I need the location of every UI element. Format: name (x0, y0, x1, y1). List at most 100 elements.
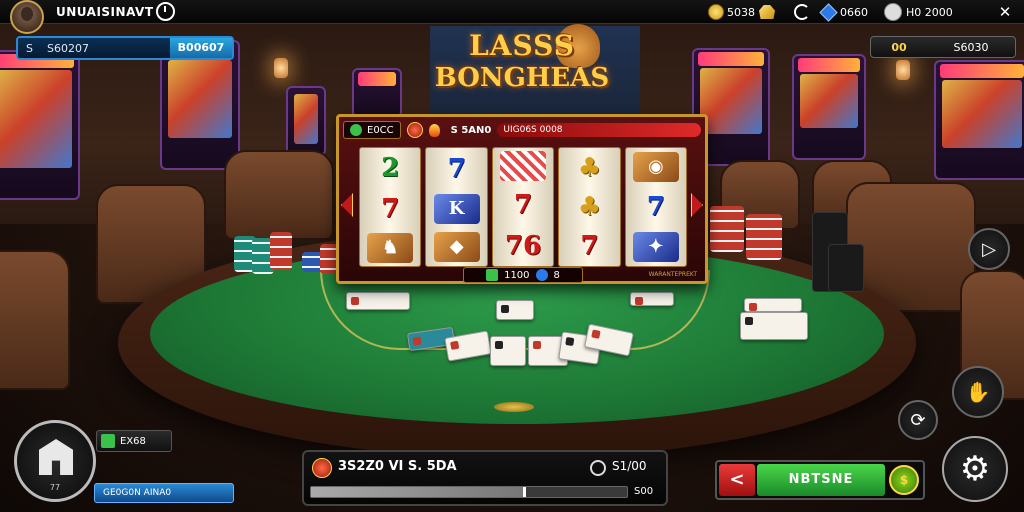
slot-machine-panel: E0CC S 5AN0 UIG06S 0008 2 7 ♞ 7 K ◆ 7 76 ♣ ♣ 7 ◉ 7 ✦ … (336, 114, 708, 284)
background-slot-machine (286, 86, 326, 156)
status-value: H0 2000 (906, 5, 953, 19)
chair (224, 150, 334, 240)
reel-symbol: 7 (646, 192, 665, 222)
wall-lamp (274, 58, 288, 78)
progress-label-bar[interactable]: GE0G0N AINA0 (94, 483, 234, 503)
top-bar: UNUAISINAVT 5038 0660 H0 2000 ✕ (0, 0, 1024, 34)
reel-symbol: ◆ (433, 232, 480, 262)
bet-amount: S1/00 (612, 459, 647, 473)
coin-icon (708, 4, 724, 20)
reel-symbol: ✦ (632, 232, 679, 262)
reel-right-arrow[interactable] (691, 193, 703, 217)
bet-text: 3S2Z0 VI S. 5DA (338, 459, 457, 474)
balance-pill-right[interactable]: 00 S6030 (870, 36, 1016, 58)
play-button[interactable]: ▷ (968, 228, 1010, 270)
home-icon (39, 439, 73, 475)
settings-button[interactable]: ⚙ (942, 436, 1008, 502)
token-icon[interactable] (406, 122, 423, 138)
card-shoe-device (828, 244, 864, 292)
table-ornament (494, 402, 534, 412)
face-icon (884, 3, 902, 21)
slot-tag: WARANTEPREKT (648, 271, 697, 278)
back-button[interactable]: < (719, 464, 755, 496)
status-counter[interactable]: H0 2000 (884, 3, 953, 21)
slot-footer-value-1: 1100 (504, 269, 530, 281)
reel-symbol: 7 (381, 193, 400, 224)
slot-reel: ◉ 7 ✦ (624, 147, 688, 267)
gems-counter[interactable]: 0660 (819, 2, 868, 22)
slot-header-box-text: E0CC (367, 124, 394, 136)
hands-icon: ✋ (965, 380, 991, 404)
reel-symbol: ♞ (367, 232, 414, 263)
clock-icon[interactable] (156, 2, 175, 21)
slot-header-bar: UIG06S 0008 (497, 123, 701, 137)
logo-line-1: LASSS (469, 29, 575, 62)
slot-reel: 7 76 (491, 147, 555, 267)
slot-footer-value-2: 8 (553, 269, 560, 281)
grid-icon (486, 269, 499, 281)
home-button[interactable]: 77 (14, 420, 96, 502)
reel-symbol: 76 (504, 230, 542, 261)
player-name: UNUAISINAVT (56, 5, 154, 19)
fire-icon (428, 123, 440, 137)
action-bar: < NBTSNE $ (715, 460, 925, 500)
playing-card (490, 336, 526, 366)
bet-slider[interactable] (310, 486, 628, 498)
slot-footer: 1100 8 (463, 267, 583, 283)
slot-reel: 2 7 ♞ (359, 147, 422, 267)
background-slot-machine (934, 60, 1024, 180)
slot-header-box: E0CC (343, 121, 401, 139)
close-button[interactable]: ✕ (994, 1, 1016, 23)
reel-symbol: K (433, 194, 480, 224)
slot-reel: 7 K ◆ (425, 147, 488, 267)
background-slot-machine (352, 68, 402, 118)
refresh-button[interactable]: ⟳ (898, 400, 938, 440)
bet-coin-icon (590, 460, 606, 476)
coins-value: 5038 (727, 5, 755, 19)
slot-header: E0CC S 5AN0 UIG06S 0008 (343, 120, 701, 140)
background-slot-machine (792, 54, 866, 160)
reel-symbol: 7 (580, 231, 599, 262)
gem-small-icon (535, 269, 548, 281)
play-icon: ▷ (982, 238, 996, 260)
chip-stack (746, 214, 782, 260)
reel-symbol: 2 (381, 153, 400, 184)
reel-symbol: ♣ (577, 191, 602, 222)
reel-symbol: 7 (513, 189, 533, 220)
balance-right-badge: 00 (891, 40, 907, 54)
reel-symbol: ♣ (577, 152, 602, 183)
chip-stack (710, 206, 744, 252)
balance-left-badge: B00607 (170, 38, 232, 58)
player-avatar[interactable] (10, 0, 44, 34)
chip-stack (270, 232, 292, 270)
gem-icon (819, 2, 838, 22)
slot-header-value: S 5AN0 (450, 124, 492, 136)
bet-max-label: S00 (634, 486, 654, 497)
balance-left-label: S (26, 41, 33, 55)
exp-badge[interactable]: EX68 (96, 430, 172, 452)
bet-slider-fill (311, 487, 526, 497)
coins-counter[interactable]: 5038 (708, 3, 775, 21)
spin-icon (794, 4, 810, 20)
reel-symbol (500, 151, 547, 182)
coin-button[interactable]: $ (889, 465, 919, 495)
main-action-button[interactable]: NBTSNE (757, 464, 885, 496)
bet-panel: 3S2Z0 VI S. 5DA S1/00 S00 (302, 450, 668, 506)
chair (0, 250, 70, 390)
spin-counter[interactable] (794, 3, 810, 21)
wall-lamp (896, 60, 910, 80)
reel-left-arrow[interactable] (341, 193, 353, 217)
exp-icon (101, 434, 115, 448)
playing-card (740, 312, 808, 340)
playing-card (630, 292, 674, 306)
clover-icon (350, 124, 362, 136)
bet-token-icon (312, 458, 332, 478)
hands-button[interactable]: ✋ (952, 366, 1004, 418)
gear-icon: ⚙ (959, 449, 991, 489)
playing-card (496, 300, 534, 320)
exp-value: EX68 (120, 435, 146, 447)
home-label: 77 (49, 483, 61, 492)
background-slot-machine (0, 50, 80, 200)
balance-pill-left[interactable]: S S60207 B00607 (16, 36, 234, 60)
logo-line-2: BONGHEAS (434, 63, 610, 93)
